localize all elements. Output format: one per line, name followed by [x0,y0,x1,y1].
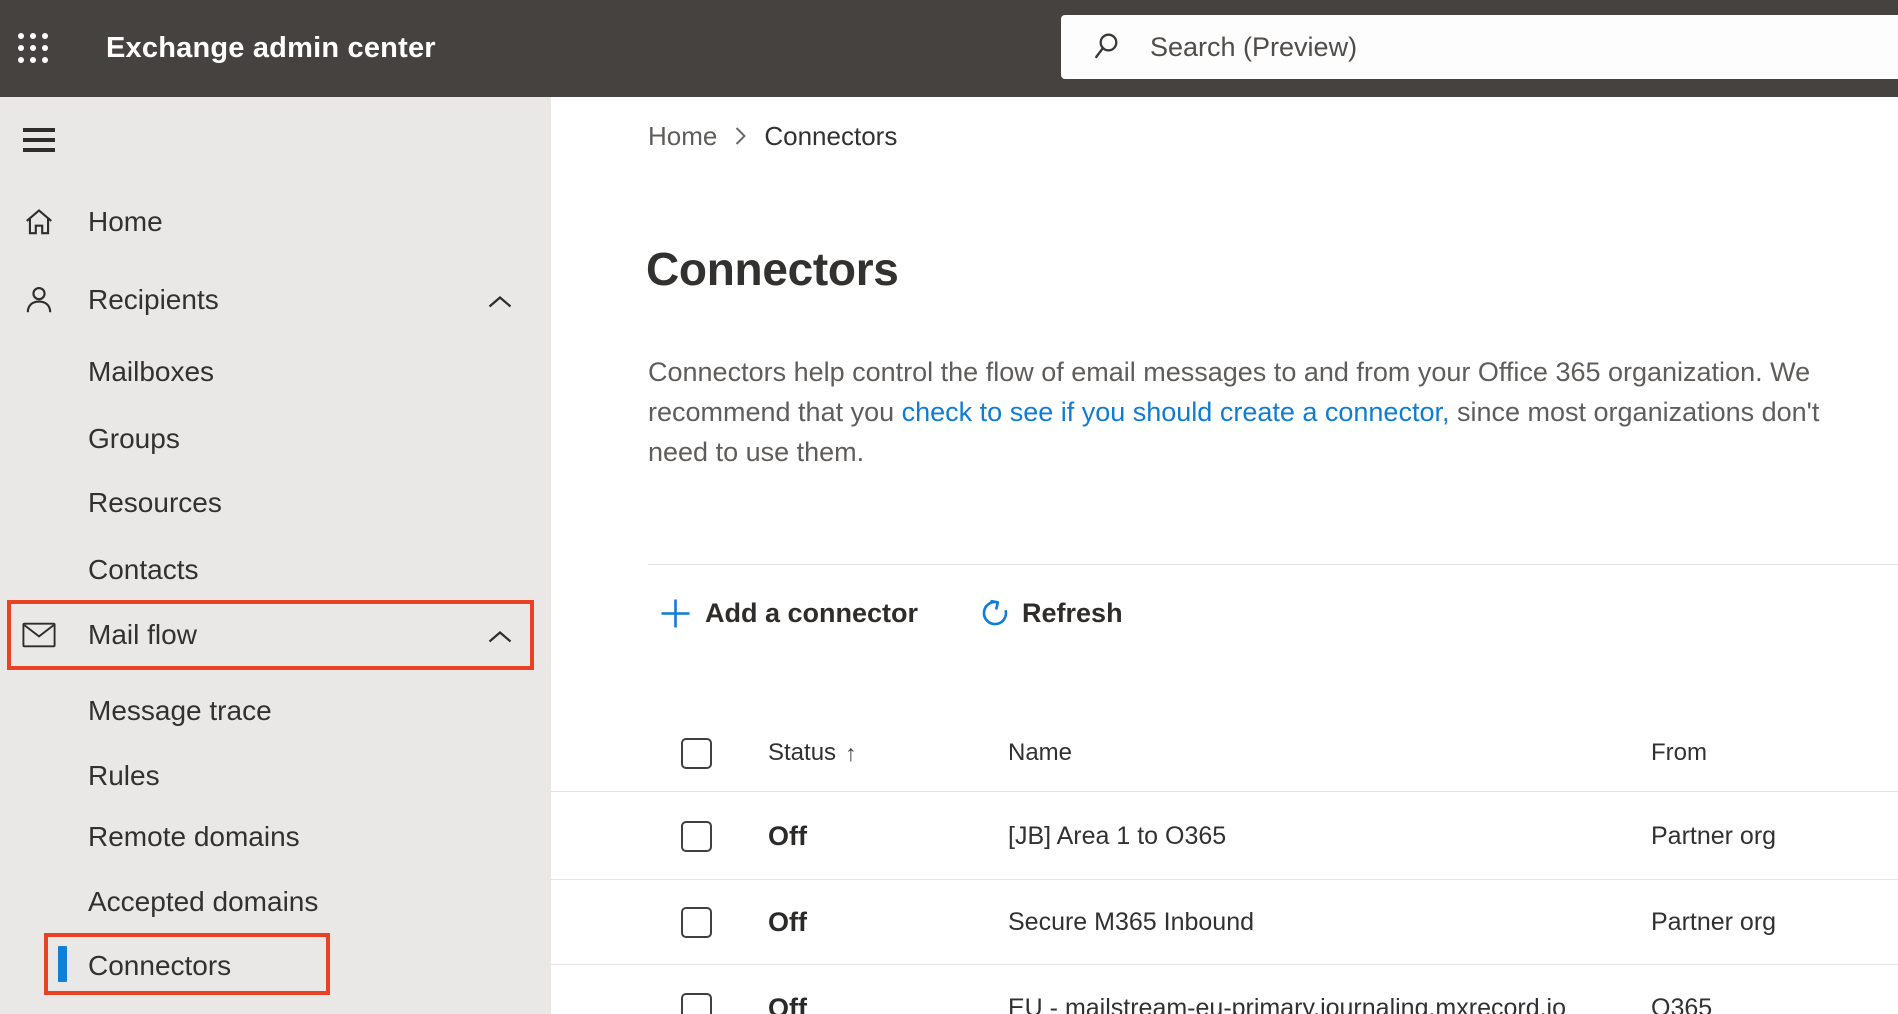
sort-ascending-icon: ↑ [845,739,857,766]
table-row[interactable]: Off [JB] Area 1 to O365 Partner org [551,793,1898,880]
create-connector-check-link[interactable]: check to see if you should create a conn… [902,397,1450,427]
toolbar-top-divider [648,564,1898,565]
description-line1: Connectors help control the flow of emai… [648,357,1811,387]
row-checkbox[interactable] [681,820,712,852]
status-cell: Off [768,993,807,1014]
description-line3: need to use them. [648,437,865,467]
sidebar-item-resources[interactable]: Resources [0,471,551,535]
search-icon [1095,33,1118,59]
refresh-label: Refresh [1022,597,1123,628]
sidebar-nav: Home Recipients Mailboxes Groups Resourc… [0,97,551,1014]
sidebar-item-message-trace[interactable]: Message trace [0,679,551,743]
sidebar-item-home[interactable]: Home [0,190,551,254]
add-connector-button[interactable]: Add a connector [660,598,918,629]
person-icon [22,283,56,317]
table-row[interactable]: Off Secure M365 Inbound Partner org [551,880,1898,965]
hamburger-menu-icon[interactable] [23,128,55,152]
main-content: Home Connectors Connectors Connectors he… [551,97,1898,1014]
sidebar-item-connectors[interactable]: Connectors [0,934,551,998]
sidebar-item-label: Connectors [88,950,232,981]
app-title: Exchange admin center [106,32,436,64]
from-cell: Partner org [1651,907,1777,936]
selected-indicator-bar [58,946,67,982]
search-input[interactable] [1150,15,1850,79]
table-row[interactable]: Off EU - mailstream-eu-primary.journalin… [551,965,1898,1014]
envelope-icon [22,618,56,652]
sidebar-item-rules[interactable]: Rules [0,744,551,808]
page-description: Connectors help control the flow of emai… [648,352,1819,472]
sidebar-item-label: Rules [88,760,160,791]
sidebar-item-mailboxes[interactable]: Mailboxes [0,340,551,404]
sidebar-item-label: Home [88,206,163,237]
exchange-admin-center: Exchange admin center Home [0,0,1898,1014]
select-all-checkbox[interactable] [681,737,712,769]
name-cell: Secure M365 Inbound [1008,907,1255,936]
status-cell: Off [768,820,807,851]
column-header-name[interactable]: Name [1008,739,1651,767]
command-bar: Add a connector Refresh [660,591,1123,635]
sidebar-item-recipients[interactable]: Recipients [0,268,551,332]
page-title: Connectors [646,243,899,295]
sidebar-item-groups[interactable]: Groups [0,407,551,471]
app-launcher-icon[interactable] [18,33,50,65]
breadcrumb: Home Connectors [648,121,897,151]
from-cell: Partner org [1651,821,1777,850]
sidebar-item-label: Recipients [88,284,219,315]
chevron-up-icon [487,284,513,316]
plus-icon [661,599,690,627]
sidebar-item-label: Remote domains [88,821,300,852]
sidebar-item-accepted-domains[interactable]: Accepted domains [0,870,551,934]
search-box[interactable] [1061,15,1898,79]
description-line2-after: since most organizations don't [1449,397,1820,427]
column-header-status[interactable]: Status ↑ [768,739,1008,767]
table-header-row: Status ↑ Name From [551,715,1898,792]
breadcrumb-current: Connectors [764,120,898,151]
row-checkbox[interactable] [681,906,712,938]
home-icon [22,205,56,239]
sidebar-item-label: Groups [88,423,180,454]
sidebar-item-label: Accepted domains [88,886,319,917]
status-cell: Off [768,906,807,937]
sidebar-item-label: Resources [88,487,222,518]
sidebar-item-mail-flow[interactable]: Mail flow [0,603,551,667]
chevron-up-icon [487,619,513,651]
chevron-right-icon [734,125,747,147]
top-bar: Exchange admin center [0,0,1898,97]
name-cell: EU - mailstream-eu-primary.journaling.mx… [1008,994,1567,1014]
sidebar-item-label: Mail flow [88,619,197,650]
column-header-from[interactable]: From [1651,739,1898,767]
sidebar-item-label: Message trace [88,695,272,726]
name-cell: [JB] Area 1 to O365 [1008,821,1227,850]
add-connector-label: Add a connector [705,597,919,628]
sidebar-item-label: Contacts [88,554,199,585]
description-line2-before: recommend that you [648,397,902,427]
sidebar-item-contacts[interactable]: Contacts [0,538,551,602]
row-checkbox[interactable] [681,993,712,1014]
sidebar-item-label: Mailboxes [88,356,215,387]
refresh-icon [982,599,1008,626]
breadcrumb-home-link[interactable]: Home [648,121,717,152]
from-cell: O365 [1651,994,1713,1014]
refresh-button[interactable]: Refresh [980,598,1123,629]
sidebar-item-remote-domains[interactable]: Remote domains [0,805,551,869]
